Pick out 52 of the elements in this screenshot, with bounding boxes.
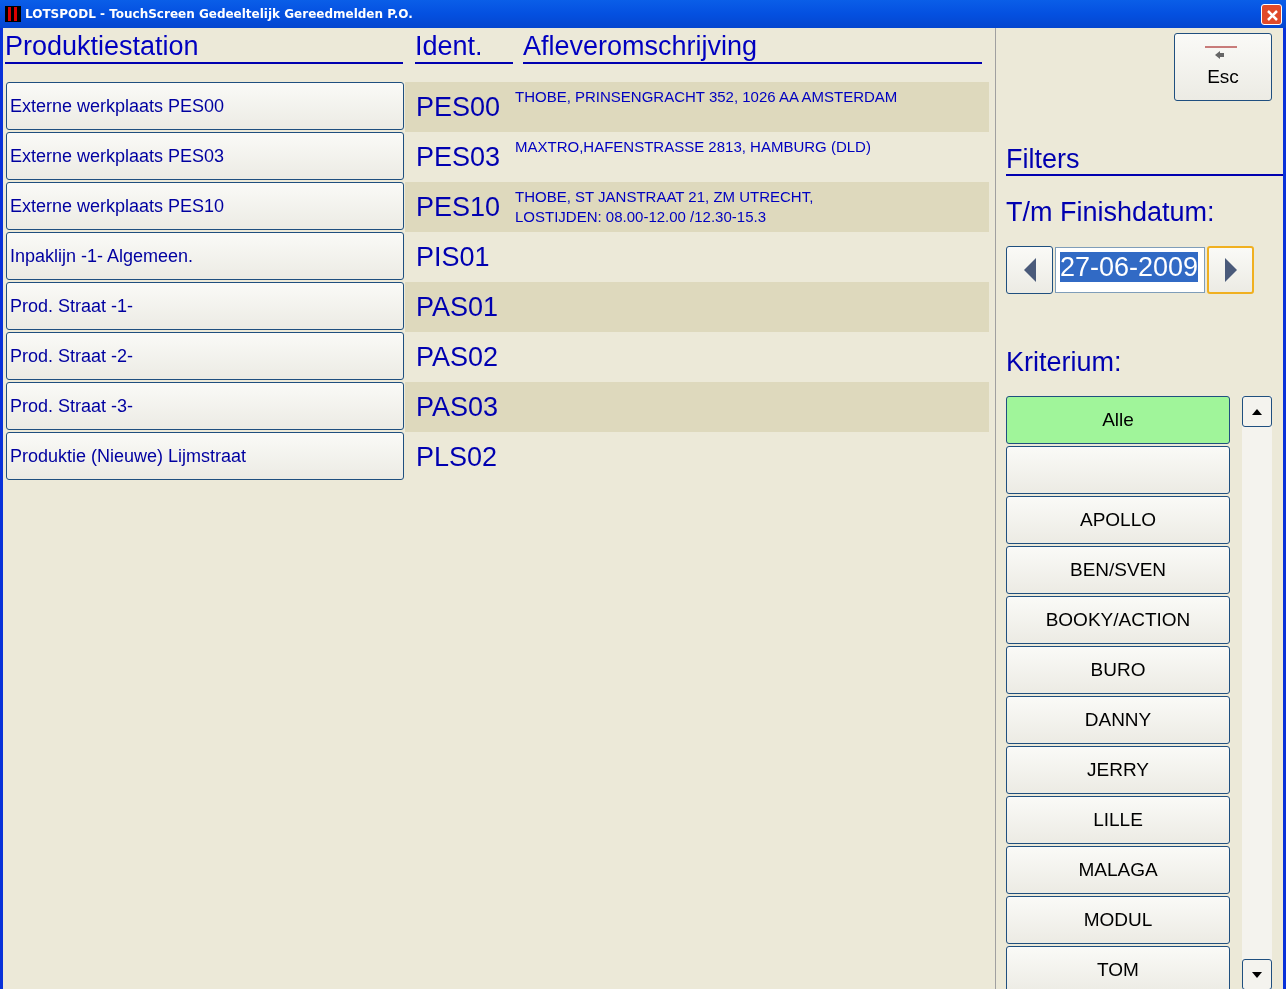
esc-button[interactable]: Esc	[1174, 33, 1272, 101]
right-triangle-icon	[1223, 258, 1238, 282]
address-text: MAXTRO,HAFENSTRASSE 2813, HAMBURG (DLD)	[515, 137, 871, 157]
criterium-button[interactable]	[1006, 446, 1230, 494]
criterium-button[interactable]: MALAGA	[1006, 846, 1230, 894]
address-text: THOBE, PRINSENGRACHT 352, 1026 AA AMSTERDAM	[515, 87, 898, 107]
scroll-down-button[interactable]	[1242, 959, 1272, 989]
station-button[interactable]: Prod. Straat -1-	[6, 282, 404, 330]
criterium-button[interactable]: MODUL	[1006, 896, 1230, 944]
date-label: T/m Finishdatum:	[1006, 196, 1216, 228]
column-header: Ident.	[415, 30, 513, 64]
station-button[interactable]: Externe werkplaats PES10	[6, 182, 404, 230]
criterium-label: Kriterium:	[1006, 346, 1123, 378]
left-triangle-icon	[1022, 258, 1037, 282]
scrollbar[interactable]	[1242, 396, 1272, 989]
ident-text: PAS02	[415, 341, 500, 374]
station-button[interactable]: Externe werkplaats PES03	[6, 132, 404, 180]
ident-text: PES10	[415, 191, 502, 224]
column-header: Produktiestation	[5, 30, 403, 64]
station-button[interactable]: Produktie (Nieuwe) Lijmstraat	[6, 432, 404, 480]
date-field[interactable]: 27-06-2009	[1055, 247, 1205, 293]
criterium-button[interactable]: DANNY	[1006, 696, 1230, 744]
column-header: Afleveromschrijving	[523, 30, 982, 64]
criterium-button[interactable]: LILLE	[1006, 796, 1230, 844]
ident-text: PIS01	[415, 241, 491, 274]
close-button[interactable]	[1261, 3, 1282, 25]
ident-text: PLS02	[415, 441, 499, 474]
app-icon	[5, 6, 21, 22]
station-button[interactable]: Prod. Straat -2-	[6, 332, 404, 380]
next-date-button[interactable]	[1207, 246, 1254, 294]
ident-text: PES03	[415, 141, 502, 174]
criterium-button[interactable]: JERRY	[1006, 746, 1230, 794]
scroll-up-button[interactable]	[1242, 396, 1272, 427]
criterium-button[interactable]: Alle	[1006, 396, 1230, 444]
station-button[interactable]: Externe werkplaats PES00	[6, 82, 404, 130]
criterium-button[interactable]: APOLLO	[1006, 496, 1230, 544]
previous-date-button[interactable]	[1006, 246, 1053, 294]
address-text: THOBE, ST JANSTRAAT 21, ZM UTRECHT,	[515, 187, 814, 207]
station-button[interactable]: Prod. Straat -3-	[6, 382, 404, 430]
criterium-button[interactable]: BOOKY/ACTION	[1006, 596, 1230, 644]
down-triangle-icon	[1252, 971, 1262, 978]
ident-text: PAS01	[415, 291, 500, 324]
station-button[interactable]: Inpaklijn -1- Algemeen.	[6, 232, 404, 280]
window-title: LOTSPODL - TouchScreen Gedeeltelijk Gereedmelden P.O.	[25, 7, 414, 21]
criterium-button[interactable]: BURO	[1006, 646, 1230, 694]
address-text: LOSTIJDEN: 08.00-12.00 /12.30-15.3	[515, 207, 767, 227]
up-triangle-icon	[1252, 408, 1262, 415]
filters-heading: Filters	[1006, 144, 1283, 176]
criterium-button[interactable]: BEN/SVEN	[1006, 546, 1230, 594]
ident-text: PES00	[415, 91, 502, 124]
ident-text: PAS03	[415, 391, 500, 424]
criterium-button[interactable]: TOM	[1006, 946, 1230, 989]
